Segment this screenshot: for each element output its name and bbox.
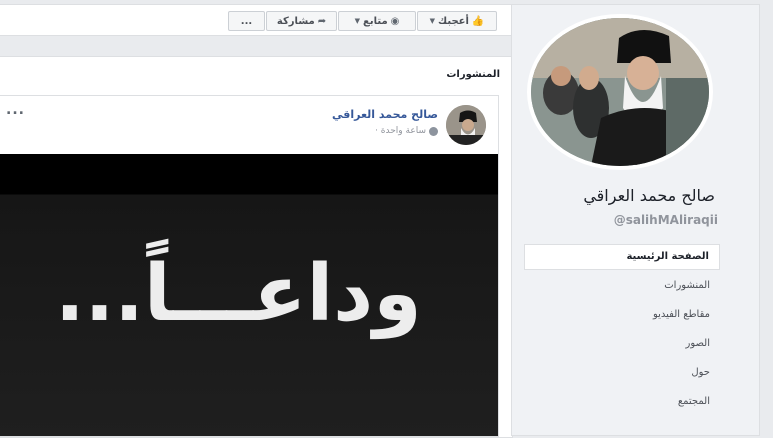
post-time-label: ساعة واحدة · [375,126,426,136]
post-author-avatar[interactable] [446,105,486,145]
like-label: أعجبك [438,15,469,27]
profile-picture[interactable] [527,14,713,170]
posts-heading: المنشورات [446,69,500,80]
profile-name: صالح محمد العراقي [583,186,715,205]
share-label: مشاركة [276,15,315,27]
profile-photo-image [531,18,709,166]
globe-icon [429,126,438,136]
posts-panel: المنشورات صالح محمد العراقي ساعة واحدة ·… [0,56,513,438]
post-timestamp[interactable]: ساعة واحدة · [375,126,438,136]
post-image-text: وداعـــاً... [55,249,422,339]
more-options-button[interactable]: ... [228,11,265,31]
follow-button[interactable]: ◉ متابع ▼ [338,11,416,31]
nav-item-photos[interactable]: الصور [524,331,720,360]
profile-handle[interactable]: @salihMAliraqii [614,213,718,227]
chevron-down-icon: ▼ [429,17,436,25]
share-button[interactable]: ➦ مشاركة [266,11,337,31]
nav-item-community[interactable]: المجتمع [524,389,720,418]
more-label: ... [240,15,253,27]
post-options-button[interactable]: ... [6,102,25,118]
nav-item-posts[interactable]: المنشورات [524,273,720,302]
nav-item-home[interactable]: الصفحة الرئيسية [524,244,720,270]
share-arrow-icon: ➦ [317,15,327,27]
profile-nav: الصفحة الرئيسية المنشورات مقاطع الفيديو … [524,244,720,418]
nav-item-videos[interactable]: مقاطع الفيديو [524,302,720,331]
page-action-bar: 👍 أعجبك ▼ ◉ متابع ▼ ➦ مشاركة ... [0,4,513,36]
follow-label: متابع [363,15,388,27]
chevron-down-icon: ▼ [354,17,361,25]
thumbs-up-icon: 👍 [471,15,485,27]
rss-icon: ◉ [390,15,400,27]
like-button[interactable]: 👍 أعجبك ▼ [417,11,497,31]
post-card: صالح محمد العراقي ساعة واحدة · ... وداعـ… [0,95,499,437]
nav-item-about[interactable]: حول [524,360,720,389]
post-image[interactable]: وداعـــاً... [0,154,498,436]
avatar-photo [446,105,486,145]
post-author-name[interactable]: صالح محمد العراقي [332,108,438,121]
